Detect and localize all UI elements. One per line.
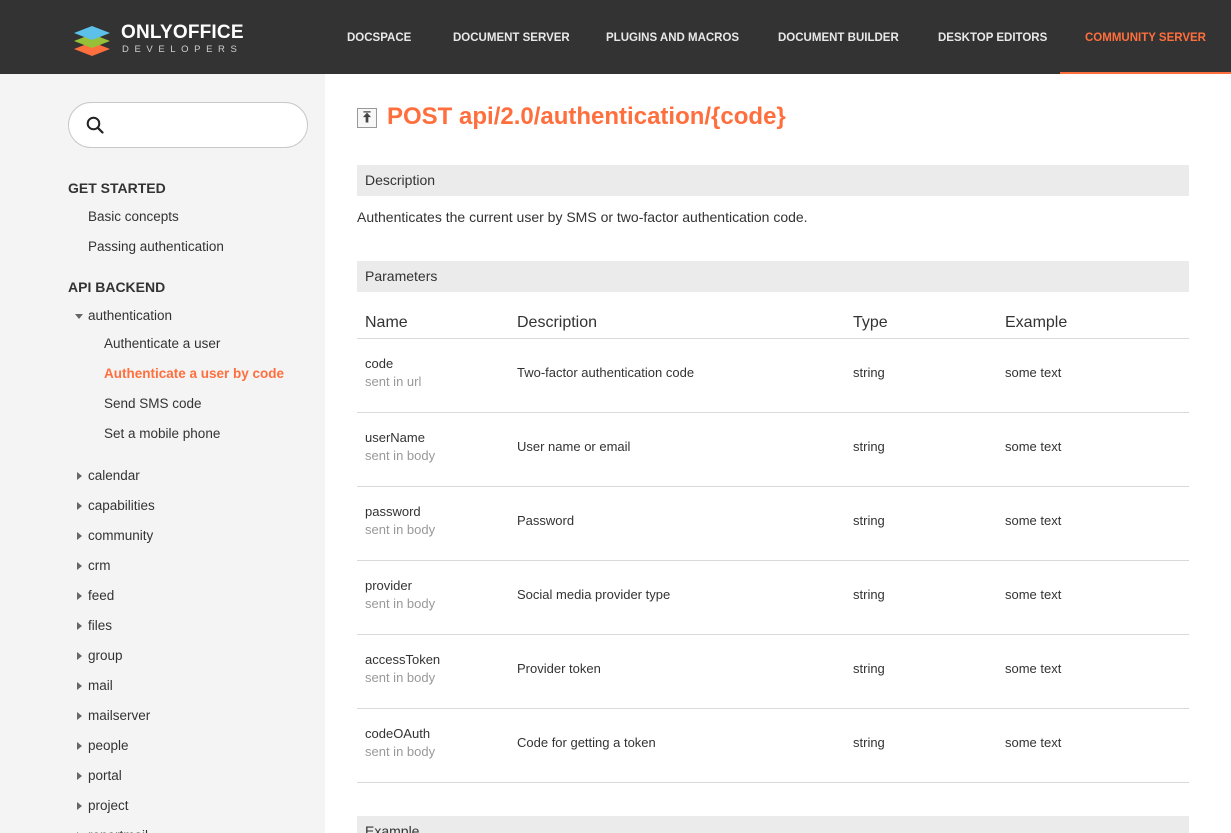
param-name: codeOAuth — [365, 726, 431, 741]
section-title-api-backend: API BACKEND — [68, 279, 166, 295]
param-sent-in: sent in body — [365, 744, 436, 759]
example-heading: Example — [357, 816, 1189, 833]
sidebar-item-authenticate-a-user[interactable]: Authenticate a user — [104, 336, 220, 351]
parameters-heading: Parameters — [357, 261, 1189, 292]
param-type: string — [853, 661, 885, 676]
back-to-top-icon[interactable] — [357, 108, 377, 128]
description-heading: Description — [357, 165, 1189, 196]
triangle-right-icon[interactable] — [77, 712, 82, 720]
sidebar-item-project[interactable]: project — [88, 798, 129, 813]
nav-plugins-and-macros[interactable]: PLUGINS AND MACROS — [606, 0, 739, 74]
sidebar-item-feed[interactable]: feed — [88, 588, 114, 603]
param-sent-in: sent in body — [365, 596, 436, 611]
param-example: some text — [1005, 735, 1062, 750]
triangle-right-icon[interactable] — [77, 742, 82, 750]
nav-document-builder[interactable]: DOCUMENT BUILDER — [778, 0, 899, 74]
nav-desktop-editors[interactable]: DESKTOP EDITORS — [938, 0, 1047, 74]
column-header-type: Type — [853, 314, 888, 331]
param-type: string — [853, 735, 885, 750]
param-sent-in: sent in url — [365, 374, 422, 389]
description-text: Authenticates the current user by SMS or… — [357, 209, 808, 225]
sidebar-item-mail[interactable]: mail — [88, 678, 113, 693]
param-example: some text — [1005, 661, 1062, 676]
params-table-header: Name Description Type Example — [357, 310, 1189, 339]
main-content: POST api/2.0/authentication/{code} Descr… — [325, 74, 1231, 833]
sidebar-item-set-a-mobile-phone[interactable]: Set a mobile phone — [104, 426, 220, 441]
param-description: Two-factor authentication code — [517, 365, 695, 380]
param-sent-in: sent in body — [365, 448, 436, 463]
param-sent-in: sent in body — [365, 670, 436, 685]
sidebar-item-crm[interactable]: crm — [88, 558, 111, 573]
param-description: Password — [517, 513, 575, 528]
param-description: Social media provider type — [517, 587, 671, 602]
triangle-right-icon[interactable] — [77, 772, 82, 780]
page-title: POST api/2.0/authentication/{code} — [387, 103, 786, 130]
table-row: code sent in url Two-factor authenticati… — [357, 339, 1189, 413]
top-header: ONLYOFFICE DEVELOPERS DOCSPACE DOCUMENT … — [0, 0, 1231, 74]
table-row: codeOAuth sent in body Code for getting … — [357, 709, 1189, 783]
nav-document-server[interactable]: DOCUMENT SERVER — [453, 0, 570, 74]
param-name: accessToken — [365, 652, 441, 667]
triangle-right-icon[interactable] — [77, 592, 82, 600]
nav-docspace[interactable]: DOCSPACE — [347, 0, 411, 74]
triangle-right-icon[interactable] — [77, 622, 82, 630]
param-example: some text — [1005, 365, 1062, 380]
column-header-name: Name — [365, 314, 408, 331]
sidebar-item-people[interactable]: people — [88, 738, 129, 753]
param-example: some text — [1005, 513, 1062, 528]
triangle-right-icon[interactable] — [77, 652, 82, 660]
logo-icon — [74, 26, 110, 56]
triangle-right-icon[interactable] — [77, 802, 82, 810]
param-name: code — [365, 356, 394, 371]
sidebar-item-send-sms-code[interactable]: Send SMS code — [104, 396, 202, 411]
search-box[interactable] — [68, 102, 308, 148]
column-header-example: Example — [1005, 314, 1068, 331]
section-title-get-started: GET STARTED — [68, 180, 166, 196]
param-type: string — [853, 587, 885, 602]
param-name: userName — [365, 430, 425, 445]
column-header-description: Description — [517, 314, 598, 331]
param-name: provider — [365, 578, 412, 593]
nav-community-server[interactable]: COMMUNITY SERVER — [1085, 0, 1206, 74]
sidebar-item-basic-concepts[interactable]: Basic concepts — [88, 209, 179, 224]
triangle-right-icon[interactable] — [77, 472, 82, 480]
triangle-right-icon[interactable] — [77, 502, 82, 510]
triangle-down-icon[interactable] — [75, 314, 83, 319]
param-description: Code for getting a token — [517, 735, 656, 750]
sidebar-item-passing-authentication[interactable]: Passing authentication — [88, 239, 224, 254]
table-row: password sent in body Password string so… — [357, 487, 1189, 561]
logo-title: ONLYOFFICE — [121, 22, 244, 43]
sidebar-item-files[interactable]: files — [88, 618, 112, 633]
search-input[interactable] — [113, 111, 293, 139]
sidebar-item-community[interactable]: community — [88, 528, 153, 543]
table-row: accessToken sent in body Provider token … — [357, 635, 1189, 709]
param-type: string — [853, 439, 885, 454]
table-row: userName sent in body User name or email… — [357, 413, 1189, 487]
param-type: string — [853, 513, 885, 528]
sidebar-item-authentication[interactable]: authentication — [88, 308, 172, 323]
param-description: User name or email — [517, 439, 631, 454]
triangle-right-icon[interactable] — [77, 682, 82, 690]
param-example: some text — [1005, 587, 1062, 602]
sidebar-item-capabilities[interactable]: capabilities — [88, 498, 155, 513]
table-row: provider sent in body Social media provi… — [357, 561, 1189, 635]
triangle-right-icon[interactable] — [77, 562, 82, 570]
search-icon — [86, 116, 104, 134]
param-example: some text — [1005, 439, 1062, 454]
param-description: Provider token — [517, 661, 601, 676]
triangle-right-icon[interactable] — [77, 532, 82, 540]
sidebar-item-portal[interactable]: portal — [88, 768, 122, 783]
param-sent-in: sent in body — [365, 522, 436, 537]
sidebar-item-calendar[interactable]: calendar — [88, 468, 140, 483]
sidebar: GET STARTED Basic concepts Passing authe… — [0, 74, 325, 833]
sidebar-item-authenticate-a-user-by-code[interactable]: Authenticate a user by code — [104, 366, 284, 381]
param-name: password — [365, 504, 421, 519]
sidebar-item-group[interactable]: group — [88, 648, 123, 663]
logo-subtitle: DEVELOPERS — [122, 44, 243, 55]
onlyoffice-logo[interactable]: ONLYOFFICE DEVELOPERS — [70, 17, 250, 59]
sidebar-item-mailserver[interactable]: mailserver — [88, 708, 150, 723]
param-type: string — [853, 365, 885, 380]
sidebar-item-reportmail[interactable]: reportmail — [88, 828, 148, 833]
